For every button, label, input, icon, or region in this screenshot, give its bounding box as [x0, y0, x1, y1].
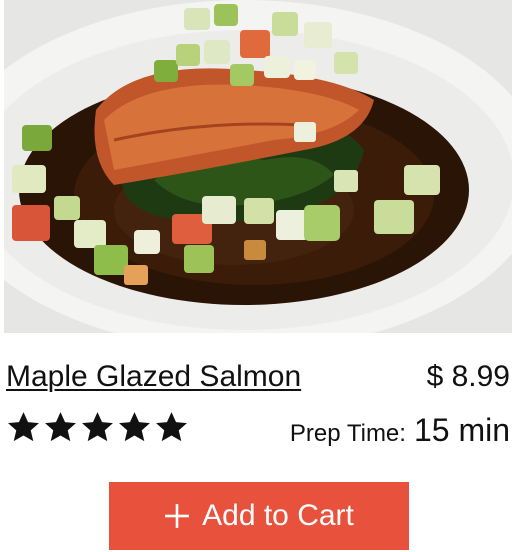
price: $ 8.99	[426, 360, 510, 393]
dish-name-link[interactable]: Maple Glazed Salmon	[6, 357, 301, 397]
plus-icon	[165, 504, 190, 528]
prep-time-value: 15 min	[413, 412, 510, 448]
prep-time: Prep Time: 15 min	[290, 410, 510, 454]
prep-time-label: Prep Time:	[289, 420, 406, 447]
salmon-dish-image	[4, 0, 512, 333]
star-icon	[8, 412, 39, 442]
star-icon	[119, 412, 150, 442]
star-rating	[6, 410, 189, 444]
add-to-cart-button[interactable]: Add to Cart	[109, 482, 409, 550]
star-icon	[82, 412, 113, 442]
star-icon	[156, 412, 187, 442]
meta-row: Prep Time: 15 min	[6, 410, 510, 450]
title-row: Maple Glazed Salmon $ 8.99	[6, 357, 510, 401]
dish-photo	[4, 0, 512, 333]
star-icon	[45, 412, 76, 442]
add-to-cart-label: Add to Cart	[202, 499, 354, 532]
